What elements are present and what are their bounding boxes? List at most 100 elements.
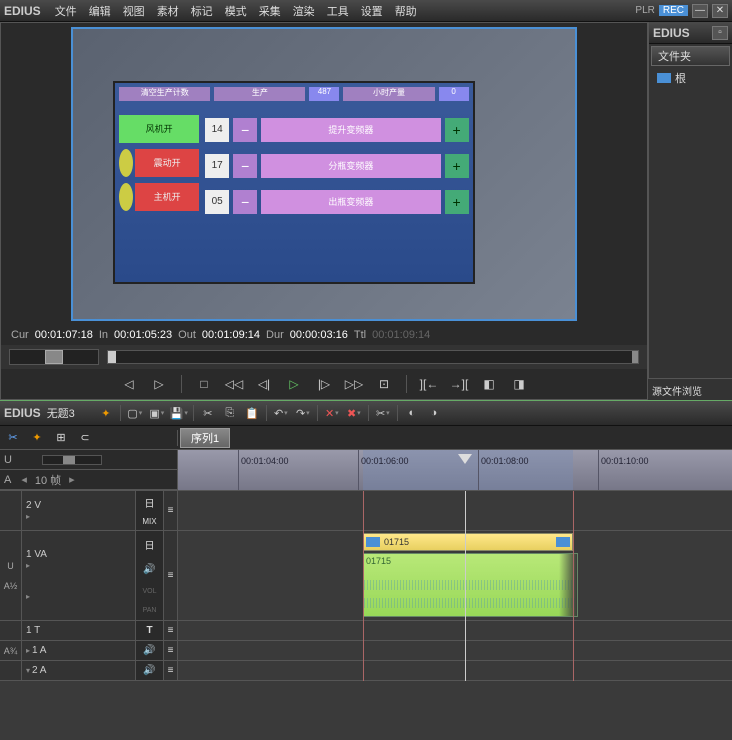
speaker-icon[interactable]: 🔊 — [143, 665, 155, 676]
day-icon[interactable]: 日 — [145, 537, 155, 552]
play-button[interactable]: ▷ — [282, 374, 306, 394]
frame-unit[interactable]: 10 帧 — [35, 472, 61, 488]
prev-frame-button[interactable]: ◁| — [252, 374, 276, 394]
shuttle-control[interactable] — [9, 349, 99, 365]
paste-button[interactable]: 📋 — [241, 404, 263, 422]
tool-icon-2[interactable]: ✦ — [28, 430, 46, 446]
rec-label[interactable]: REC — [659, 5, 688, 16]
add-cut-button[interactable]: ✂▾ — [372, 404, 394, 422]
video-clip[interactable]: 01715 — [363, 533, 573, 551]
tc-cur[interactable]: 00:01:07:18 — [35, 329, 93, 341]
menu-settings[interactable]: 设置 — [355, 3, 389, 19]
fast-forward-button[interactable]: ▷▷ — [342, 374, 366, 394]
new-button[interactable]: ▢▾ — [124, 404, 146, 422]
menu-help[interactable]: 帮助 — [389, 3, 423, 19]
timeline-ruler[interactable]: 00:01:04:00 00:01:06:00 00:01:08:00 00:0… — [178, 450, 732, 490]
prev-edit-button[interactable]: ][← — [417, 374, 441, 394]
ripple-delete-button[interactable]: ✖▾ — [343, 404, 365, 422]
audio-clip[interactable]: 01715 — [363, 553, 578, 617]
tc-in[interactable]: 00:01:05:23 — [114, 329, 172, 341]
menu-tools[interactable]: 工具 — [321, 3, 355, 19]
cut-button[interactable]: ✂ — [197, 404, 219, 422]
menu-edit[interactable]: 编辑 — [83, 3, 117, 19]
timeline-logo: EDIUS — [4, 406, 41, 420]
bin-panel: EDIUS ▫ 文件夹 根 源文件浏览 — [648, 22, 732, 400]
open-button[interactable]: ▣▾ — [146, 404, 168, 422]
pan-label[interactable]: PAN — [143, 607, 157, 614]
lock-icon[interactable]: ≡ — [163, 531, 177, 620]
playhead-icon[interactable] — [458, 450, 472, 474]
mark-out-button[interactable]: ▷ — [147, 374, 171, 394]
menu-file[interactable]: 文件 — [49, 3, 83, 19]
menu-render[interactable]: 渲染 — [287, 3, 321, 19]
video-content: 清空生产计数 生产 487 小时产量 0 风机开 震动开 主机开 14−提升变频… — [113, 81, 474, 284]
tool-icon-4[interactable]: ⊂ — [76, 430, 94, 446]
tc-out[interactable]: 00:01:09:14 — [202, 329, 260, 341]
tc-ttl[interactable]: 00:01:09:14 — [372, 329, 430, 341]
track-head-a2[interactable]: ▾2 A 🔊 ≡ — [0, 661, 177, 681]
hmi-button: 风机开 — [119, 115, 199, 143]
tool-cursor[interactable]: ✦ — [95, 404, 117, 422]
redo-button[interactable]: ↷▾ — [292, 404, 314, 422]
menu-capture[interactable]: 采集 — [253, 3, 287, 19]
track-lane-va1[interactable]: 01715 01715 — [178, 531, 732, 621]
loop-button[interactable]: ⊡ — [372, 374, 396, 394]
close-button[interactable]: ✕ — [712, 4, 728, 18]
zoom-slider[interactable] — [42, 455, 102, 465]
next-frame-button[interactable]: |▷ — [312, 374, 336, 394]
track-head-v2[interactable]: 2 V▸ 日MIX ≡ — [0, 491, 177, 531]
speaker-icon[interactable]: 🔊 — [143, 645, 155, 656]
folder-icon — [657, 73, 671, 83]
insert-button[interactable]: ◧ — [477, 374, 501, 394]
menu-view[interactable]: 视图 — [117, 3, 151, 19]
timeline-toolbar: EDIUS 无题3 ✦ ▢▾ ▣▾ 💾▾ ✂ ⎘ 📋 ↶▾ ↷▾ ✕▾ ✖▾ ✂… — [0, 400, 732, 426]
save-button[interactable]: 💾▾ — [168, 404, 190, 422]
track-head-a1[interactable]: A¾ ▸1 A 🔊 ≡ — [0, 641, 177, 661]
side-panel-button[interactable]: ▫ — [712, 26, 728, 40]
source-browse-tab[interactable]: 源文件浏览 — [648, 378, 732, 400]
t-icon[interactable]: T — [146, 625, 152, 636]
stop-button[interactable]: □ — [192, 374, 216, 394]
day-icon[interactable]: 日 — [145, 495, 155, 510]
mix-icon[interactable]: MIX — [142, 517, 156, 526]
lock-icon[interactable]: ≡ — [163, 661, 177, 680]
lock-icon[interactable]: ≡ — [163, 491, 177, 530]
sequence-tab[interactable]: 序列1 — [180, 428, 230, 448]
speaker-icon[interactable]: 🔊 — [143, 564, 155, 575]
folder-tab[interactable]: 文件夹 — [651, 46, 730, 66]
minimize-button[interactable]: — — [692, 4, 708, 18]
track-lane-a2[interactable] — [178, 661, 732, 681]
rewind-button[interactable]: ◁◁ — [222, 374, 246, 394]
mark-in-button[interactable]: ◁ — [117, 374, 141, 394]
lock-icon[interactable]: ≡ — [163, 641, 177, 660]
tc-dur[interactable]: 00:00:03:16 — [290, 329, 348, 341]
track-lane-v2[interactable] — [178, 491, 732, 531]
root-folder[interactable]: 根 — [651, 68, 730, 88]
track-lane-t1[interactable] — [178, 621, 732, 641]
menu-clip[interactable]: 素材 — [151, 3, 185, 19]
position-slider[interactable] — [107, 350, 639, 364]
plr-label[interactable]: PLR — [635, 5, 654, 16]
tool-icon-1[interactable]: ✂ — [4, 430, 22, 446]
side-logo: EDIUS — [653, 26, 690, 40]
u-label: U — [4, 454, 12, 466]
project-title: 无题3 — [47, 405, 75, 421]
next-edit-button[interactable]: →][ — [447, 374, 471, 394]
track-head-va1[interactable]: UA½ 1 VA▸▸ 日🔊VOLPAN ≡ — [0, 531, 177, 621]
hmi-box: 0 — [439, 87, 469, 101]
scrub-row — [1, 345, 647, 369]
vol-label[interactable]: VOL — [142, 588, 156, 595]
track-head-t1[interactable]: 1 T T ≡ — [0, 621, 177, 641]
menu-marker[interactable]: 标记 — [185, 3, 219, 19]
undo-button[interactable]: ↶▾ — [270, 404, 292, 422]
preview-viewport[interactable]: 清空生产计数 生产 487 小时产量 0 风机开 震动开 主机开 14−提升变频… — [71, 27, 577, 321]
toggle-button[interactable]: ◐ — [401, 404, 423, 422]
toggle2-button[interactable]: ◑ — [423, 404, 445, 422]
tool-icon-3[interactable]: ⊞ — [52, 430, 70, 446]
menu-mode[interactable]: 模式 — [219, 3, 253, 19]
overwrite-button[interactable]: ◨ — [507, 374, 531, 394]
lock-icon[interactable]: ≡ — [163, 621, 177, 640]
delete-button[interactable]: ✕▾ — [321, 404, 343, 422]
copy-button[interactable]: ⎘ — [219, 404, 241, 422]
track-lane-a1[interactable] — [178, 641, 732, 661]
